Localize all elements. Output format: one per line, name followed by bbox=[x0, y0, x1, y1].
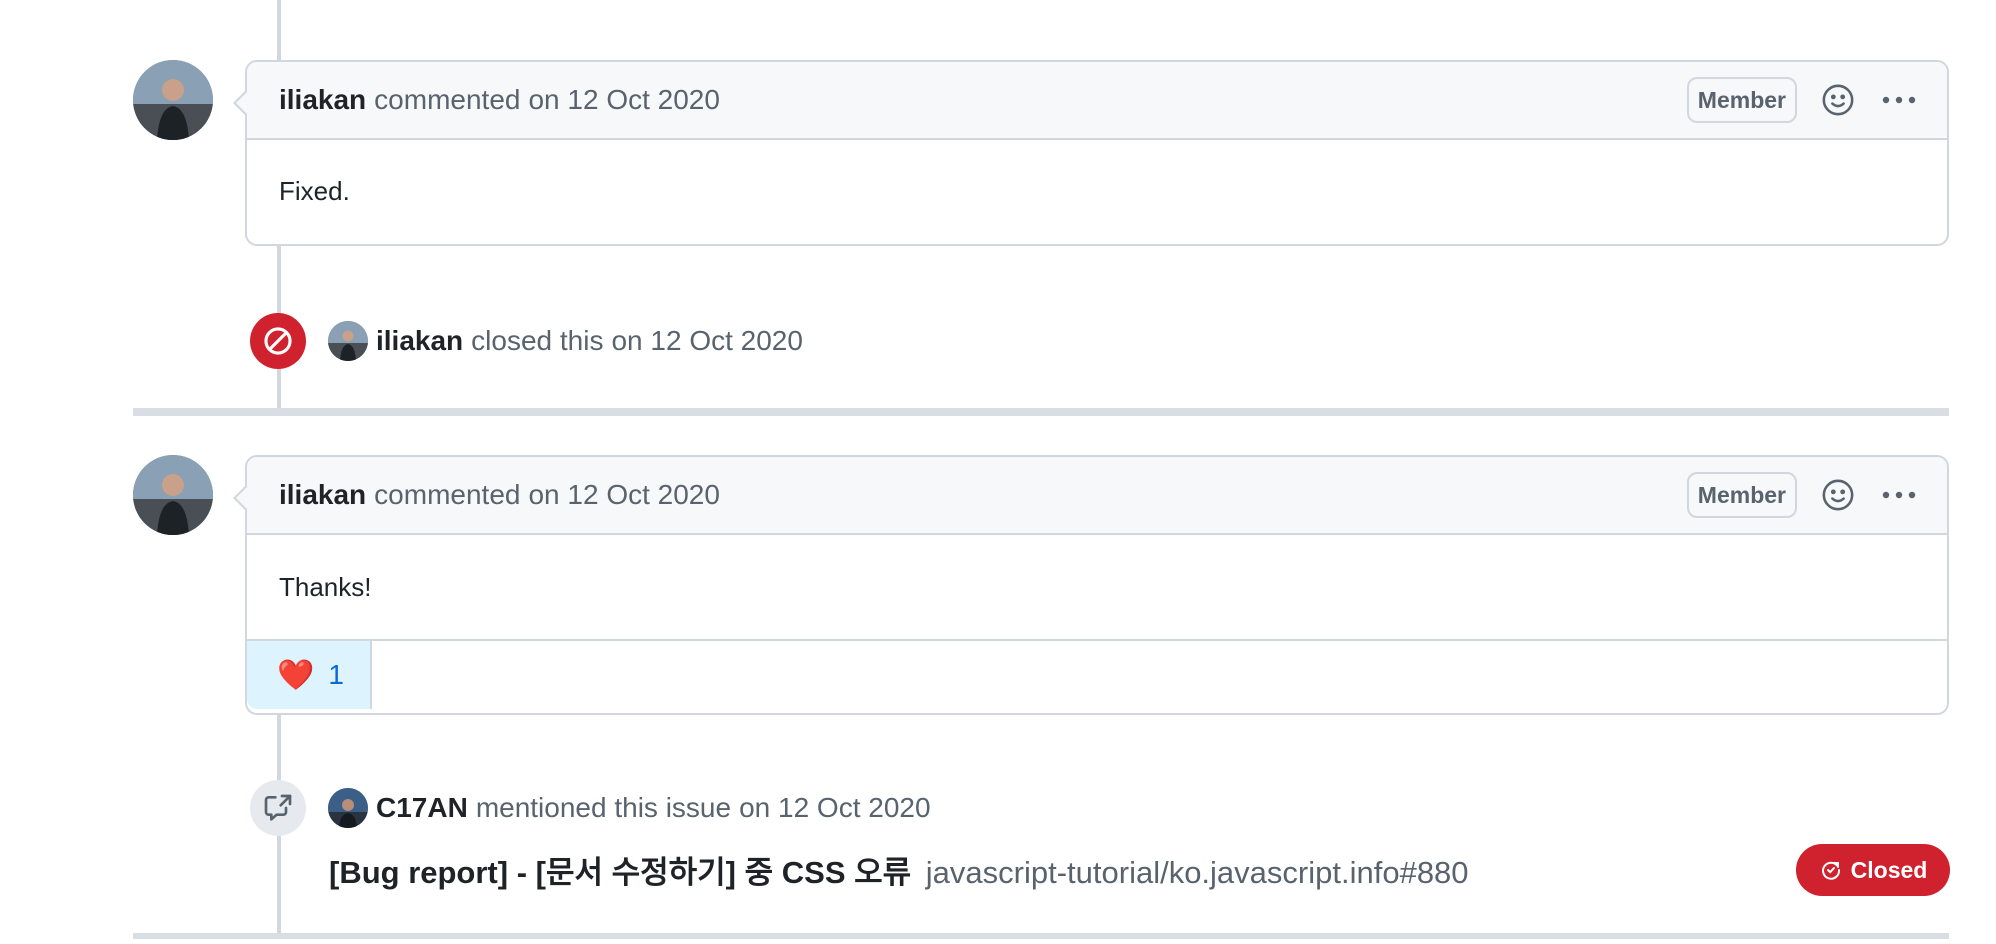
smiley-icon[interactable] bbox=[1821, 478, 1855, 512]
issue-timeline: iliakan commented on 12 Oct 2020 Member bbox=[0, 0, 1996, 944]
member-badge: Member bbox=[1686, 77, 1797, 123]
comment-author[interactable]: iliakan bbox=[279, 84, 366, 116]
comment-action: commented bbox=[374, 84, 521, 115]
comment-body: Fixed. bbox=[247, 140, 1947, 242]
comment-text: Thanks! bbox=[279, 571, 372, 602]
event-date[interactable]: on 12 Oct 2020 bbox=[739, 792, 930, 824]
comment-action: commented bbox=[374, 479, 521, 510]
comment-date[interactable]: on 12 Oct 2020 bbox=[528, 479, 719, 511]
closed-event: iliakan closed this on 12 Oct 2020 bbox=[250, 313, 803, 369]
event-actor[interactable]: iliakan bbox=[376, 325, 463, 357]
reactions-bar: ❤️ 1 bbox=[247, 639, 1947, 709]
comment-author[interactable]: iliakan bbox=[279, 479, 366, 511]
event-actor[interactable]: C17AN bbox=[376, 792, 468, 824]
referenced-issue-title[interactable]: [Bug report] - [문서 수정하기] 중 CSS 오류 bbox=[329, 855, 911, 890]
comment-header: iliakan commented on 12 Oct 2020 Member bbox=[247, 457, 1947, 535]
cross-reference-icon bbox=[250, 780, 306, 836]
avatar[interactable] bbox=[328, 788, 368, 828]
event-text: closed this bbox=[471, 325, 604, 356]
kebab-horizontal-icon[interactable] bbox=[1881, 490, 1917, 500]
reaction-count: 1 bbox=[328, 659, 344, 690]
avatar[interactable] bbox=[133, 60, 213, 140]
event-date[interactable]: on 12 Oct 2020 bbox=[611, 325, 802, 357]
event-text: mentioned this issue bbox=[475, 792, 732, 823]
heart-reaction-button[interactable]: ❤️ 1 bbox=[247, 641, 372, 709]
avatar[interactable] bbox=[328, 321, 368, 361]
referenced-issue-repo[interactable]: javascript-tutorial/ko.javascript.info#8… bbox=[926, 855, 1469, 890]
timeline-divider bbox=[133, 408, 1949, 416]
circle-slash-icon bbox=[250, 313, 306, 369]
avatar[interactable] bbox=[133, 455, 213, 535]
smiley-icon[interactable] bbox=[1821, 83, 1855, 117]
closed-state-text: Closed bbox=[1850, 856, 1928, 883]
comment-date[interactable]: on 12 Oct 2020 bbox=[528, 84, 719, 116]
heart-emoji: ❤️ bbox=[277, 658, 315, 692]
member-badge: Member bbox=[1686, 472, 1797, 518]
comment-header: iliakan commented on 12 Oct 2020 Member bbox=[247, 62, 1947, 140]
timeline-divider bbox=[133, 933, 1949, 939]
comment-text: Fixed. bbox=[279, 175, 350, 206]
comment-card: iliakan commented on 12 Oct 2020 Member bbox=[233, 60, 1949, 246]
issue-closed-icon bbox=[1819, 858, 1843, 882]
closed-state-label: Closed bbox=[1796, 844, 1950, 896]
kebab-horizontal-icon[interactable] bbox=[1881, 95, 1917, 105]
comment-body: Thanks! bbox=[247, 535, 1947, 639]
cross-reference-event: C17AN mentioned this issue on 12 Oct 202… bbox=[250, 780, 931, 836]
comment-card: iliakan commented on 12 Oct 2020 Member bbox=[233, 455, 1949, 715]
timeline-line bbox=[277, 0, 281, 62]
referenced-issue-link[interactable]: [Bug report] - [문서 수정하기] 중 CSS 오류 javasc… bbox=[329, 847, 1469, 892]
